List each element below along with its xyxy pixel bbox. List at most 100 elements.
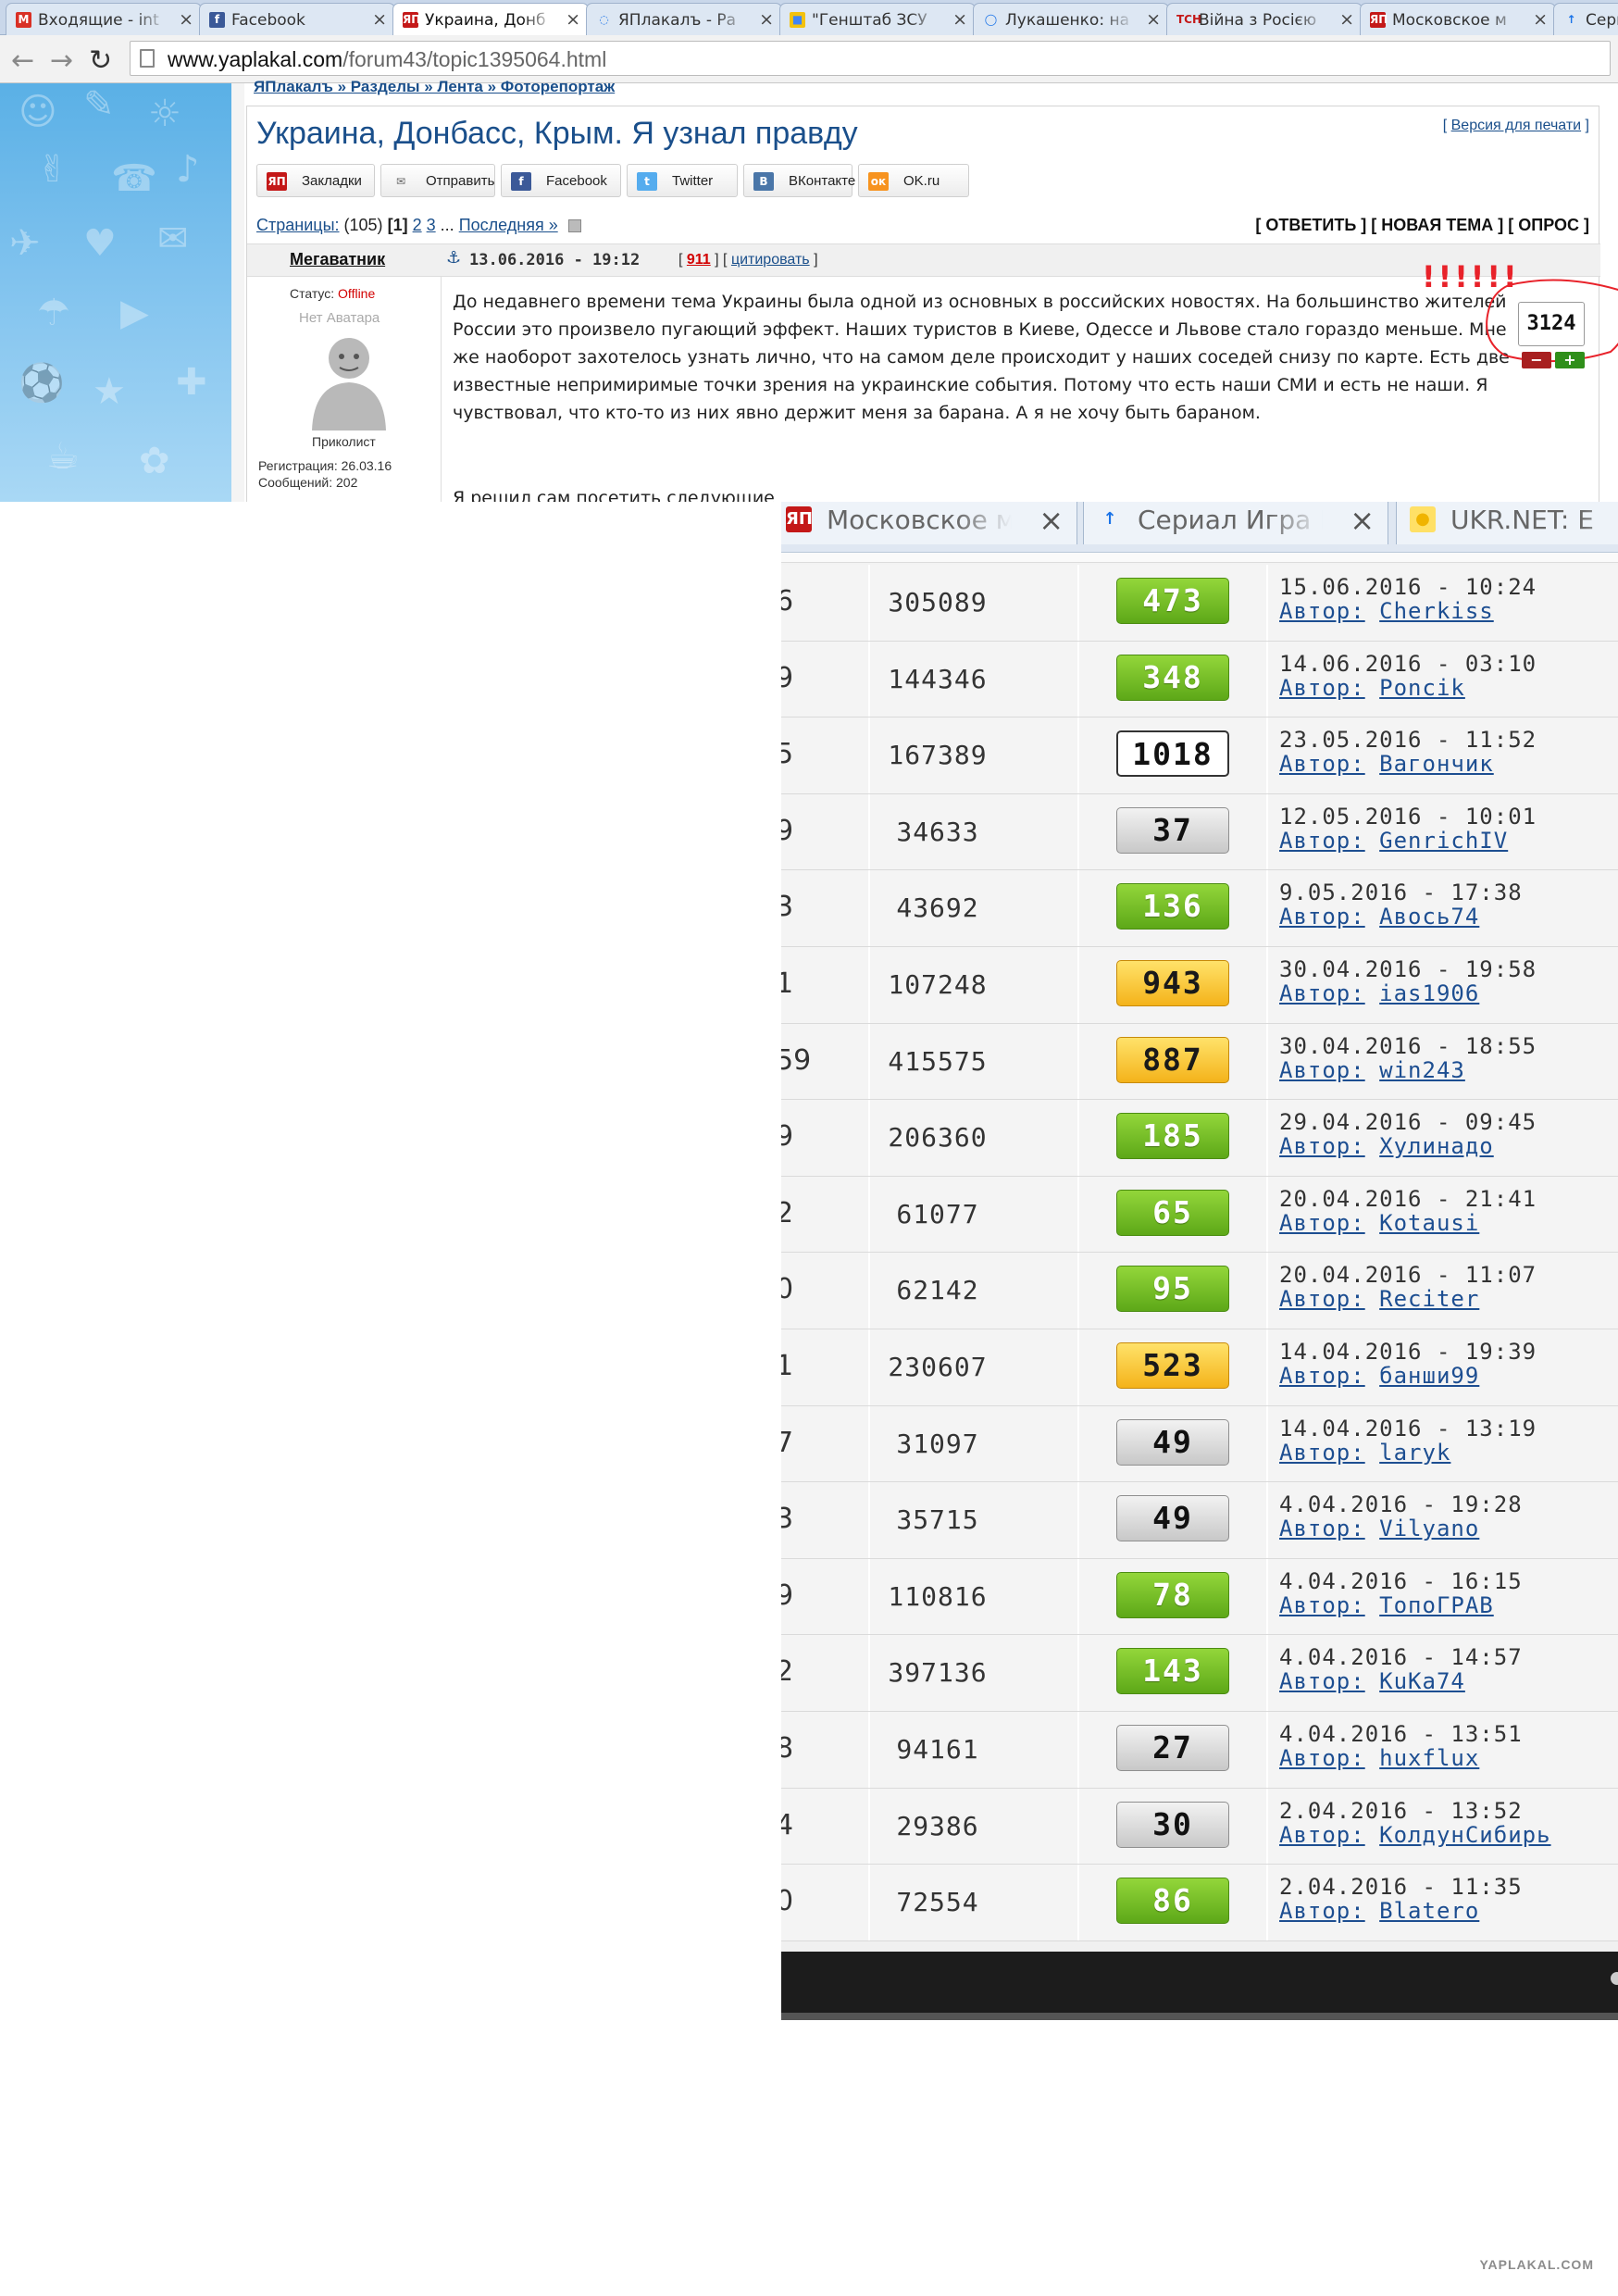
rating-badge: 348: [1116, 654, 1229, 701]
share-button-vk[interactable]: В ВКонтакте: [743, 164, 856, 197]
post-author-line: Автор: КолдунСибирь: [1279, 1822, 1551, 1848]
column-divider: [1077, 1865, 1079, 1940]
author-link[interactable]: банши99: [1379, 1363, 1479, 1389]
post-author[interactable]: Мегаватник: [290, 250, 385, 269]
close-icon[interactable]: ×: [952, 9, 967, 30]
topic-actions[interactable]: [ ОТВЕТИТЬ ] [ НОВАЯ ТЕМА ] [ ОПРОС ]: [1255, 216, 1589, 235]
rating-minus-button[interactable]: −: [1522, 352, 1551, 368]
post-author-line: Автор: Вагончик: [1279, 751, 1494, 777]
replies-count-partial: 4: [781, 1808, 794, 1841]
zoomed-browser-tab[interactable]: ↑ Сериал Игра П ×: [1083, 502, 1388, 544]
cite-link[interactable]: цитировать: [731, 252, 810, 268]
table-row: 1 107248 943 30.04.2016 - 19:58 Автор: ias19…: [781, 947, 1618, 1024]
browser-tab[interactable]: ◯ Лукашенко: на ×: [973, 3, 1169, 35]
share-button-mail[interactable]: ✉ Отправить: [380, 164, 495, 197]
browser-tab-label: ЯПлакалъ - Ра: [618, 11, 737, 30]
author-link[interactable]: KuKa74: [1379, 1668, 1465, 1694]
author-link[interactable]: Blatero: [1379, 1898, 1479, 1924]
browser-tab-label: Facebook: [231, 11, 305, 30]
url-input[interactable]: www.yaplakal.com/forum43/topic1395064.ht…: [130, 41, 1611, 76]
close-icon[interactable]: ×: [566, 9, 580, 30]
zoomed-browser-tab[interactable]: ЯП Московское м ×: [781, 502, 1077, 544]
close-icon[interactable]: ×: [179, 9, 193, 30]
post-body-continued: Я решил сам посетить следующие: [453, 488, 775, 502]
column-divider: [1077, 1788, 1079, 1865]
author-link[interactable]: Авось74: [1379, 904, 1479, 930]
back-arrow-icon[interactable]: ←: [11, 44, 34, 77]
share-button-twitter[interactable]: t Twitter: [627, 164, 738, 197]
post-date: 14.04.2016 - 19:39: [1279, 1339, 1537, 1365]
author-link[interactable]: Хулинадо: [1379, 1133, 1494, 1159]
author-link[interactable]: КолдунСибирь: [1379, 1822, 1550, 1848]
browser-tab[interactable]: f Facebook ×: [199, 3, 395, 35]
column-divider: [1266, 565, 1268, 641]
close-icon[interactable]: ×: [1146, 9, 1161, 30]
browser-tab-label: Московское м: [1392, 11, 1507, 30]
ok-icon: ок: [868, 172, 889, 191]
column-divider: [1266, 1176, 1268, 1253]
browser-tab[interactable]: ЯП Украина, Донб ×: [392, 3, 589, 36]
post-date: 2.04.2016 - 11:35: [1279, 1874, 1523, 1901]
table-row: 6 305089 473 15.06.2016 - 10:24 Автор: Cherk…: [781, 565, 1618, 642]
author-link[interactable]: Cherkiss: [1379, 598, 1494, 624]
print-version-label[interactable]: Версия для печати: [1451, 118, 1581, 133]
share-button-facebook[interactable]: f Facebook: [501, 164, 621, 197]
author-link[interactable]: Вагончик: [1379, 751, 1494, 777]
browser-tab[interactable]: ↑Сериа×: [1553, 3, 1618, 35]
breadcrumb[interactable]: ЯПлакалъ » Разделы » Лента » Фоторепорта…: [254, 78, 615, 96]
last-page-link[interactable]: Последняя »: [459, 216, 558, 234]
page-link-2[interactable]: 2: [413, 216, 422, 234]
author-link[interactable]: laryk: [1379, 1440, 1450, 1466]
rating-badge: 143: [1116, 1648, 1229, 1695]
print-version-link[interactable]: [ Версия для печати ]: [1443, 118, 1589, 134]
close-icon[interactable]: ×: [372, 9, 387, 30]
author-link[interactable]: huxflux: [1379, 1745, 1479, 1771]
replies-count-partial: 6: [781, 585, 794, 618]
author-link[interactable]: Kotausi: [1379, 1210, 1479, 1236]
post-author-line: Автор: laryk: [1279, 1440, 1450, 1466]
forward-arrow-icon[interactable]: →: [50, 44, 73, 77]
author-link[interactable]: Poncik: [1379, 675, 1465, 701]
close-icon[interactable]: ×: [1039, 503, 1064, 538]
browser-tab[interactable]: ТСН Війна з Росією ×: [1166, 3, 1363, 35]
browser-tab[interactable]: ◌ ЯПлакалъ - Ра ×: [586, 3, 782, 35]
close-icon[interactable]: ×: [1350, 503, 1375, 538]
views-count: 29386: [896, 1810, 979, 1841]
post-date: 23.05.2016 - 11:52: [1279, 727, 1537, 754]
post-number-link[interactable]: 911: [687, 252, 711, 268]
column-divider: [1266, 1405, 1268, 1482]
yaplakal-icon: ЯП: [786, 506, 813, 532]
status-label: Статус:: [290, 286, 335, 301]
table-row: 0 62142 95 20.04.2016 - 11:07 Автор: Reciter: [781, 1253, 1618, 1329]
close-icon[interactable]: ×: [1339, 9, 1354, 30]
author-link[interactable]: GenrichIV: [1379, 828, 1508, 854]
table-row: 3 43692 136 9.05.2016 - 17:38 Автор: Авось74: [781, 870, 1618, 947]
author-link[interactable]: win243: [1379, 1057, 1465, 1083]
author-link[interactable]: Reciter: [1379, 1286, 1479, 1312]
author-label: Автор:: [1279, 598, 1365, 624]
author-link[interactable]: ias1906: [1379, 980, 1479, 1006]
browser-tab-label: Входящие - int: [38, 11, 159, 30]
page-link-3[interactable]: 3: [427, 216, 436, 234]
rating-badge: 523: [1116, 1342, 1229, 1389]
author-link[interactable]: Vilyano: [1379, 1516, 1479, 1541]
browser-tab[interactable]: ■ "Генштаб ЗСУ ×: [779, 3, 976, 35]
zoomed-browser-tab[interactable]: ● UKR.NET: Е: [1396, 502, 1618, 544]
author-link[interactable]: ТопоГРАВ: [1379, 1592, 1494, 1618]
share-button-label: Twitter: [672, 173, 714, 189]
share-button-label: ВКонтакте: [789, 173, 856, 189]
share-button-ok[interactable]: ок OK.ru: [858, 164, 969, 197]
background-doodle-pattern: ☺ ✎ ☼ ✌ ☎ ♪ ✈ ♥ ✉ ☂ ▶ ✚ ⚽ ★ ☕ ✿: [0, 83, 231, 502]
close-icon[interactable]: ×: [759, 9, 774, 30]
browser-tab-label: "Генштаб ЗСУ: [812, 11, 927, 30]
author-label: Автор:: [1279, 1516, 1365, 1542]
rating-plus-button[interactable]: +: [1555, 352, 1585, 368]
post-author-line: Автор: GenrichIV: [1279, 828, 1508, 854]
close-icon[interactable]: ×: [1533, 9, 1548, 30]
page-jump-icon[interactable]: [567, 219, 581, 233]
anchor-icon[interactable]: ⚓: [446, 248, 461, 268]
reload-icon[interactable]: ↻: [89, 44, 112, 77]
share-button-yaplakal[interactable]: ЯП Закладки: [256, 164, 375, 197]
browser-tab[interactable]: ЯП Московское м ×: [1360, 3, 1556, 35]
browser-tab[interactable]: M Входящие - int ×: [6, 3, 202, 35]
